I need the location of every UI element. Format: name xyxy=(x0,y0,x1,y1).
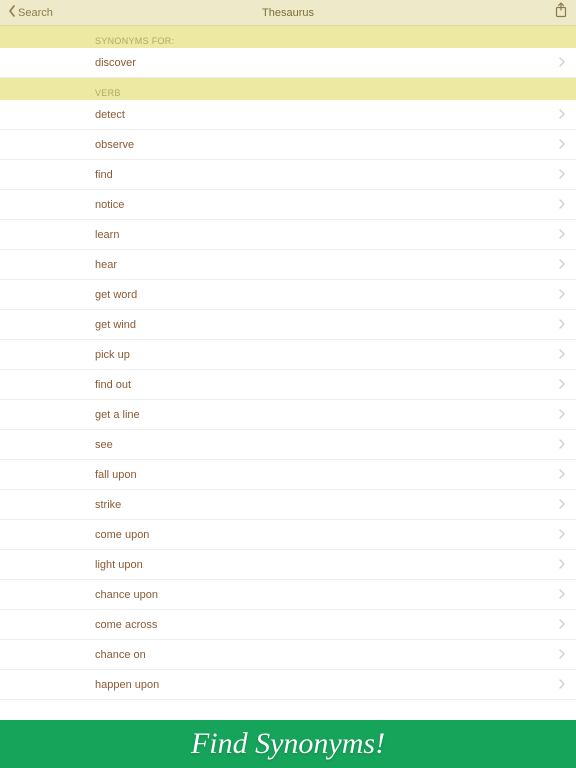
list-item-label: observe xyxy=(95,139,558,151)
chevron-right-icon xyxy=(558,556,566,574)
list-item[interactable]: hear xyxy=(0,250,576,280)
list-item-label: get word xyxy=(95,289,558,301)
chevron-right-icon xyxy=(558,286,566,304)
back-button[interactable]: Search xyxy=(8,5,53,20)
list-item-label: chance upon xyxy=(95,589,558,601)
list-item-label: get wind xyxy=(95,319,558,331)
list-item-label: learn xyxy=(95,229,558,241)
list-item[interactable]: find xyxy=(0,160,576,190)
back-label: Search xyxy=(18,7,53,19)
chevron-right-icon xyxy=(558,226,566,244)
promo-banner: Find Synonyms! xyxy=(0,720,576,768)
list-item[interactable]: detect xyxy=(0,100,576,130)
list-item-label: come upon xyxy=(95,529,558,541)
banner-text: Find Synonyms! xyxy=(191,727,385,761)
list-item[interactable]: discover xyxy=(0,48,576,78)
share-button[interactable] xyxy=(554,2,568,23)
chevron-right-icon xyxy=(558,436,566,454)
chevron-right-icon xyxy=(558,166,566,184)
list-item-label: find xyxy=(95,169,558,181)
navbar: Search Thesaurus xyxy=(0,0,576,26)
list-item[interactable]: chance on xyxy=(0,640,576,670)
list-item-label: find out xyxy=(95,379,558,391)
list-item[interactable]: strike xyxy=(0,490,576,520)
list-item[interactable]: get word xyxy=(0,280,576,310)
chevron-right-icon xyxy=(558,496,566,514)
list-item[interactable]: light upon xyxy=(0,550,576,580)
chevron-right-icon xyxy=(558,676,566,694)
list-item[interactable]: get a line xyxy=(0,400,576,430)
list-item-label: come across xyxy=(95,619,558,631)
list-item[interactable]: come across xyxy=(0,610,576,640)
chevron-right-icon xyxy=(558,196,566,214)
list-item-label: happen upon xyxy=(95,679,558,691)
list-item[interactable]: come upon xyxy=(0,520,576,550)
list-item-label: notice xyxy=(95,199,558,211)
chevron-right-icon xyxy=(558,136,566,154)
chevron-right-icon xyxy=(558,616,566,634)
chevron-right-icon xyxy=(558,466,566,484)
list-item[interactable]: learn xyxy=(0,220,576,250)
list-item[interactable]: fall upon xyxy=(0,460,576,490)
list-item[interactable]: happen upon xyxy=(0,670,576,700)
list-item[interactable]: pick up xyxy=(0,340,576,370)
list: discover xyxy=(0,48,576,78)
list: detect observe find notice learn hear get word… xyxy=(0,100,576,700)
chevron-left-icon xyxy=(8,5,18,20)
list-item[interactable]: find out xyxy=(0,370,576,400)
list-item-label: see xyxy=(95,439,558,451)
chevron-right-icon xyxy=(558,526,566,544)
chevron-right-icon xyxy=(558,316,566,334)
list-item-label: fall upon xyxy=(95,469,558,481)
list-item-label: pick up xyxy=(95,349,558,361)
chevron-right-icon xyxy=(558,256,566,274)
list-item[interactable]: notice xyxy=(0,190,576,220)
list-item-label: light upon xyxy=(95,559,558,571)
list-item-label: detect xyxy=(95,109,558,121)
list-item[interactable]: get wind xyxy=(0,310,576,340)
section-header: SYNONYMS FOR: xyxy=(0,26,576,48)
list-item[interactable]: observe xyxy=(0,130,576,160)
chevron-right-icon xyxy=(558,586,566,604)
list-item[interactable]: chance upon xyxy=(0,580,576,610)
chevron-right-icon xyxy=(558,54,566,72)
chevron-right-icon xyxy=(558,646,566,664)
section-header: VERB xyxy=(0,78,576,100)
list-item-label: get a line xyxy=(95,409,558,421)
list-item-label: discover xyxy=(95,57,558,69)
list-item[interactable]: see xyxy=(0,430,576,460)
share-icon xyxy=(554,2,568,18)
chevron-right-icon xyxy=(558,406,566,424)
list-item-label: strike xyxy=(95,499,558,511)
list-item-label: hear xyxy=(95,259,558,271)
content-scroll[interactable]: SYNONYMS FOR: discover VERB detect observe fi… xyxy=(0,26,576,720)
page-title: Thesaurus xyxy=(0,7,576,19)
list-item-label: chance on xyxy=(95,649,558,661)
chevron-right-icon xyxy=(558,376,566,394)
chevron-right-icon xyxy=(558,346,566,364)
chevron-right-icon xyxy=(558,106,566,124)
